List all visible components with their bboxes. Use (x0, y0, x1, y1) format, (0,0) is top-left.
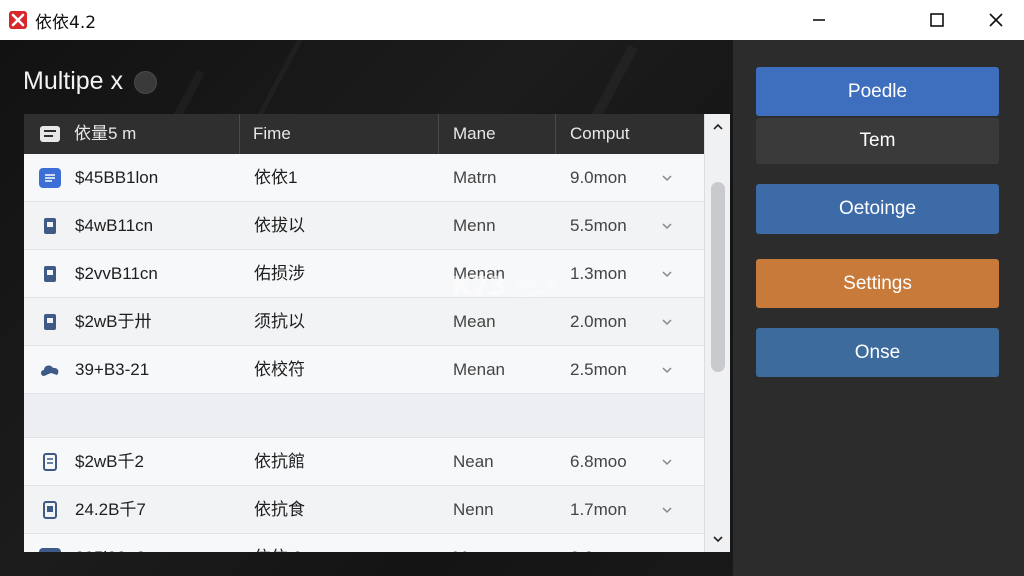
row-comput: 9.0mon (570, 168, 627, 187)
column-header-comput[interactable]: Comput (570, 114, 630, 154)
empty-row (24, 394, 704, 438)
column-header-fime[interactable]: Fime (253, 114, 291, 154)
row-mane: Mean (453, 312, 496, 331)
action-panel: Poedle Tem Oetoinge Settings Onse (733, 40, 1024, 576)
app-logo-icon (9, 11, 27, 29)
table-row[interactable]: $4wB11cn 依拔以 Menn 5.5mon (24, 202, 704, 250)
chevron-down-icon[interactable] (660, 267, 674, 281)
settings-button[interactable]: Settings (756, 259, 999, 308)
table-row[interactable]: 24.2B千7 依抗食 Nenn 1.7mon (24, 486, 704, 534)
oetoinge-button[interactable]: Oetoinge (756, 184, 999, 234)
row-name: $45BB1lon (75, 168, 159, 187)
table-row[interactable]: $2vvB11cn 佑损涉 Menan 1.3mon (24, 250, 704, 298)
row-name: 24.2B千7 (75, 500, 146, 519)
poedle-button[interactable]: Poedle (756, 67, 999, 116)
page-heading: Multipe x (23, 67, 124, 95)
chevron-down-icon[interactable] (660, 171, 674, 185)
data-table: 依量5 m Fime Mane Comput $45BB1lon 依依1 Mat… (24, 114, 730, 552)
onse-button[interactable]: Onse (756, 328, 999, 377)
row-fime: 依抗館 (254, 452, 305, 471)
scroll-up-button[interactable] (705, 116, 730, 138)
table-row[interactable]: $45BB1lon 依依1 Matrn 9.0mon (24, 154, 704, 202)
row-fime: 须抗以 (254, 312, 305, 331)
row-fime: 依校符 (254, 360, 305, 379)
row-mane: Menan (453, 360, 505, 379)
row-comput: 2.5mon (570, 360, 627, 379)
close-button[interactable] (967, 0, 1024, 40)
table-row[interactable]: 39+B3-21 依校符 Menan 2.5mon (24, 346, 704, 394)
document-icon (39, 216, 61, 236)
document-icon (39, 500, 61, 520)
row-comput: 1.3mon (570, 264, 627, 283)
row-mane: Menan (453, 264, 505, 283)
cloud-icon (39, 360, 61, 380)
row-comput: 2.0mon (570, 312, 627, 331)
chevron-down-icon[interactable] (660, 363, 674, 377)
star-icon (39, 548, 61, 552)
minimize-button[interactable] (790, 0, 848, 40)
maximize-button[interactable] (908, 0, 966, 40)
row-comput: 1.7mon (570, 500, 627, 519)
scroll-down-button[interactable] (705, 528, 730, 550)
row-mane: Matrn (453, 168, 497, 187)
table-row[interactable]: $2wB于卅 须抗以 Mean 2.0mon (24, 298, 704, 346)
row-name: $4wB11cn (75, 216, 154, 235)
chevron-down-icon (713, 536, 723, 543)
row-mane: Nenn (453, 500, 494, 519)
table-row[interactable]: 295l00+2 依依:2 Mean 2.0mon (24, 534, 704, 552)
heading-toggle[interactable] (134, 71, 157, 94)
row-mane: Nean (453, 452, 494, 471)
row-fime: 依拔以 (254, 216, 305, 235)
column-separator[interactable] (438, 114, 439, 154)
row-name: $2wB于卅 (75, 312, 152, 331)
table-row[interactable]: $2wB千2 依抗館 Nean 6.8moo (24, 438, 704, 486)
chevron-down-icon[interactable] (660, 503, 674, 517)
list-icon (40, 126, 60, 142)
row-comput: 6.8moo (570, 452, 627, 471)
chevron-up-icon (713, 123, 723, 130)
document-icon (39, 264, 61, 284)
chevron-down-icon[interactable] (660, 219, 674, 233)
row-fime: 依依1 (254, 168, 298, 187)
title-bar: 依依4.2 (0, 0, 1024, 40)
chevron-down-icon[interactable] (660, 455, 674, 469)
row-name: 295l00+2 (75, 534, 145, 552)
document-icon (39, 312, 61, 332)
window-title: 依依4.2 (35, 13, 97, 33)
document-icon (39, 452, 61, 472)
row-fime: 佑损涉 (254, 264, 305, 283)
close-icon (989, 13, 1003, 27)
scrollbar-thumb[interactable] (711, 182, 725, 372)
row-comput: 2.0mon (570, 534, 627, 552)
row-fime: 依抗食 (254, 500, 305, 519)
table-header: 依量5 m Fime Mane Comput (24, 114, 704, 154)
column-separator[interactable] (239, 114, 240, 154)
vertical-scrollbar[interactable] (704, 114, 730, 552)
row-mane: Mean (453, 534, 496, 552)
chevron-down-icon[interactable] (660, 315, 674, 329)
column-header-mane[interactable]: Mane (453, 114, 496, 154)
row-name: $2vvB11cn (75, 264, 158, 283)
row-name: 39+B3-21 (75, 360, 150, 379)
column-separator[interactable] (555, 114, 556, 154)
maximize-icon (930, 13, 944, 27)
row-name: $2wB千2 (75, 452, 144, 471)
tem-button[interactable]: Tem (756, 118, 999, 164)
chevron-down-icon[interactable] (660, 551, 674, 552)
row-mane: Menn (453, 216, 496, 235)
column-header-name[interactable]: 依量5 m (74, 114, 136, 154)
list-icon (39, 168, 61, 188)
row-comput: 5.5mon (570, 216, 627, 235)
row-fime: 依依:2 (254, 534, 302, 552)
minimize-icon (813, 19, 825, 21)
